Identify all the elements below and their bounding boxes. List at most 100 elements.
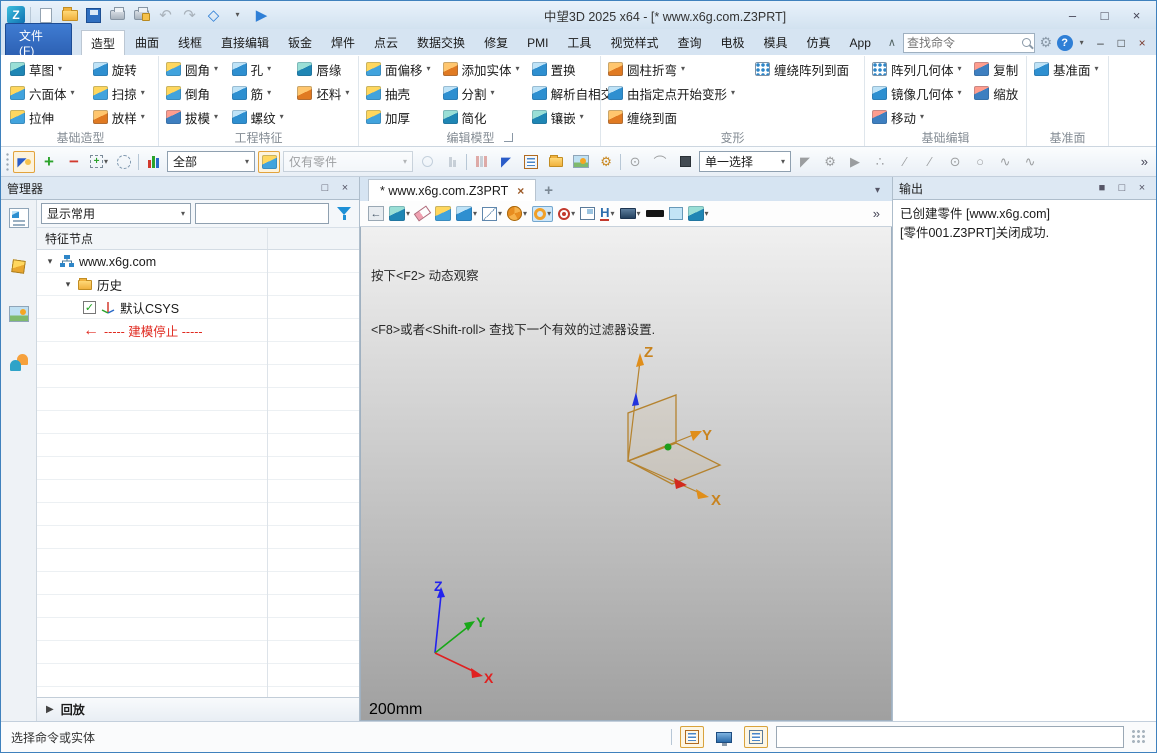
tab-simulation[interactable]: 仿真 <box>798 30 840 55</box>
tab-sheet-metal[interactable]: 钣金 <box>279 30 321 55</box>
lasso-pick-button[interactable] <box>113 151 135 173</box>
redo-button[interactable]: ↷ <box>180 6 199 25</box>
datum-plane-button[interactable]: 基准面▾ <box>1028 57 1107 81</box>
tab-shape[interactable]: 造型 <box>81 30 125 55</box>
section-view-button[interactable]: ▾ <box>507 206 527 221</box>
doc-minimize-button[interactable]: – <box>1091 34 1111 52</box>
toolbar-drag-handle[interactable] <box>5 152 10 172</box>
display-mode-button[interactable]: ▾ <box>620 208 641 219</box>
loft-button[interactable]: 放样▾ <box>87 105 157 129</box>
new-tab-button[interactable]: + <box>544 182 553 199</box>
sketch-plane-button[interactable]: ▾ <box>389 206 410 221</box>
window-minimize-button[interactable]: – <box>1059 5 1086 25</box>
layer-button[interactable]: ▾ <box>688 206 709 221</box>
mirror-geometry-button[interactable]: 镜像几何体▾ <box>866 81 968 105</box>
ring-select-button[interactable]: ▾ <box>532 206 553 222</box>
start-button[interactable]: ▶ <box>252 6 271 25</box>
help-button[interactable]: ? <box>1057 35 1073 51</box>
box-display-button[interactable] <box>674 151 696 173</box>
tab-weldment[interactable]: 焊件 <box>322 30 364 55</box>
tab-pmi[interactable]: PMI <box>518 30 557 55</box>
pick-last-button[interactable]: ◤ <box>495 151 517 173</box>
move-button[interactable]: 移动▾ <box>866 105 968 129</box>
divide-button[interactable]: 分割▾ <box>437 81 526 105</box>
tab-inquire[interactable]: 查询 <box>668 30 710 55</box>
background-color-button[interactable] <box>669 207 683 220</box>
scale-button[interactable]: 缩放 <box>968 81 1025 105</box>
revolve-button[interactable]: 旋转 <box>87 57 157 81</box>
hook-button[interactable]: ⌒ <box>649 151 671 173</box>
tab-point-cloud[interactable]: 点云 <box>365 30 407 55</box>
tab-visual-style[interactable]: 视觉样式 <box>601 30 667 55</box>
spline-tool-button[interactable]: ∿ <box>994 151 1016 173</box>
remove-from-selection-button[interactable]: − <box>63 151 85 173</box>
simplify-button[interactable]: 简化 <box>437 105 526 129</box>
message-log-button[interactable] <box>744 726 768 748</box>
user-settings-button[interactable]: ⚙ <box>595 151 617 173</box>
tree-node-default-csys[interactable]: ✓ 默认CSYS <box>37 296 359 319</box>
output-close-button[interactable]: × <box>1134 182 1150 194</box>
tab-direct-edit[interactable]: 直接编辑 <box>212 30 278 55</box>
erase-button[interactable] <box>415 209 430 218</box>
dimension-display-button[interactable]: H▾ <box>600 206 614 221</box>
face-offset-button[interactable]: 面偏移▾ <box>360 57 437 81</box>
wireframe-view-button[interactable]: ▾ <box>482 207 502 221</box>
history-bars-button[interactable] <box>470 151 492 173</box>
play-circle-button[interactable]: ▶ <box>844 151 866 173</box>
close-folder-button[interactable] <box>545 151 567 173</box>
tab-surface[interactable]: 曲面 <box>126 30 168 55</box>
selection-list-button[interactable] <box>520 151 542 173</box>
shell-button[interactable]: 抽壳 <box>360 81 437 105</box>
print-button[interactable] <box>108 6 127 25</box>
line-tool-button[interactable]: ∕ <box>894 151 916 173</box>
circle-tool-button[interactable]: ○ <box>969 151 991 173</box>
tree-node-root[interactable]: ▾ www.x6g.com <box>37 250 359 273</box>
settings-button[interactable]: ⚙ <box>1036 34 1056 52</box>
clock-button[interactable]: ⊙ <box>624 151 646 173</box>
snap-points-button[interactable]: ∴ <box>869 151 891 173</box>
tree-node-history[interactable]: ▾ 历史 <box>37 273 359 296</box>
display-monitor-button[interactable] <box>712 726 736 748</box>
resize-grip[interactable] <box>1132 730 1146 744</box>
prompt-toggle-button[interactable] <box>680 726 704 748</box>
deform-from-point-button[interactable]: 由指定点开始变形▾ <box>602 81 749 105</box>
extrude-button[interactable]: 拉伸 <box>4 105 87 129</box>
point-snap-button[interactable]: ▾ <box>558 208 575 220</box>
tab-close-icon[interactable]: × <box>517 184 524 198</box>
expand-caret-icon[interactable]: ▾ <box>63 279 73 290</box>
entity-filter-select[interactable]: 全部▾ <box>167 151 255 172</box>
batch-print-button[interactable] <box>132 6 151 25</box>
wrap-to-face-button[interactable]: 缠绕到面 <box>602 105 749 129</box>
pick-filter-toggle[interactable]: ◤ <box>13 151 35 173</box>
wrap-pattern-to-face-button[interactable]: 缠绕阵列到面 <box>749 57 863 81</box>
chamfer-button[interactable]: 倒角 <box>160 81 226 105</box>
part-only-toggle[interactable] <box>258 151 280 173</box>
manager-restore-button[interactable]: □ <box>317 182 333 194</box>
viewport-canvas[interactable]: 按下<F2> 动态观察 <F8>或者<Shift-roll> 查找下一个有效的过… <box>360 227 892 721</box>
hole-button[interactable]: 孔▾ <box>226 57 292 81</box>
window-close-button[interactable]: × <box>1123 5 1150 25</box>
circle-center-tool-button[interactable]: ⊙ <box>944 151 966 173</box>
replay-section[interactable]: ▶ 回放 <box>37 697 359 721</box>
feature-manager-tab[interactable] <box>6 206 32 230</box>
image-export-button[interactable] <box>570 151 592 173</box>
scope-select[interactable]: 仅有零件▾ <box>283 151 413 172</box>
link-chain-button[interactable] <box>416 151 438 173</box>
cylindrical-bend-button[interactable]: 圆柱折弯▾ <box>602 57 749 81</box>
role-manager-tab[interactable] <box>6 350 32 374</box>
new-file-button[interactable] <box>36 6 55 25</box>
save-button[interactable] <box>84 6 103 25</box>
fillet-button[interactable]: 圆角▾ <box>160 57 226 81</box>
doc-restore-button[interactable]: □ <box>1111 34 1131 52</box>
view-toolbar-overflow[interactable]: » <box>869 206 884 221</box>
copy-button[interactable]: 复制 <box>968 57 1025 81</box>
view-manager-tab[interactable] <box>6 302 32 326</box>
gear-button[interactable]: ⚙ <box>819 151 841 173</box>
help-dropdown[interactable]: ▾ <box>1074 39 1090 47</box>
curve-tool-button[interactable]: ∿ <box>1019 151 1041 173</box>
document-tab[interactable]: * www.x6g.com.Z3PRT × <box>368 179 536 201</box>
filter-colors-button[interactable] <box>142 151 164 173</box>
tree-filter-select[interactable]: 显示常用▾ <box>41 203 191 224</box>
doc-close-button[interactable]: × <box>1132 34 1152 52</box>
quickbar-dropdown[interactable]: ▾ <box>228 6 247 25</box>
